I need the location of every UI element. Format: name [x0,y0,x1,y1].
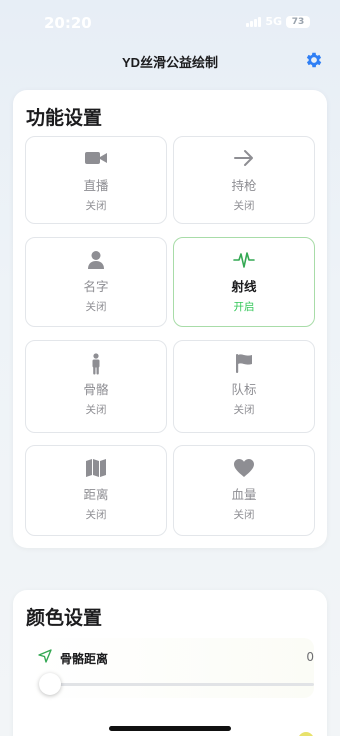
person-icon [88,251,104,269]
heart-icon [234,459,254,477]
tile-ray[interactable]: 射线 开启 [173,237,315,327]
slider-track[interactable] [50,683,314,686]
color-settings-card: 颜色设置 骨骼距离 0 [13,590,327,736]
tile-health[interactable]: 血量 关闭 [173,445,315,536]
tile-status: 开启 [233,301,255,313]
color-settings-title: 颜色设置 [26,607,103,629]
function-settings-card: 功能设置 直播 关闭 持枪 关闭 名字 关闭 射线 开启 骨骼 关闭 队标 关闭… [13,90,327,548]
tile-live[interactable]: 直播 关闭 [25,136,167,224]
tile-name[interactable]: 名字 关闭 [25,237,167,327]
standing-person-icon [92,353,100,375]
tile-status: 关闭 [233,404,255,416]
app-header: YD丝滑公益绘制 [0,44,340,76]
tile-status: 关闭 [85,509,107,521]
tile-status: 关闭 [85,301,107,313]
tile-label: 骨骼 [83,382,109,397]
function-settings-title: 功能设置 [26,107,103,129]
tile-label: 队标 [231,382,257,397]
navigation-arrow-icon [38,649,52,663]
tile-label: 距离 [83,487,109,502]
video-camera-icon [85,152,107,164]
tile-label: 血量 [231,487,257,502]
home-indicator [109,726,231,731]
arrow-right-icon [234,150,253,166]
tile-label: 直播 [83,178,109,193]
status-bar: 20:20 5G 73 [0,0,340,44]
tile-skeleton[interactable]: 骨骼 关闭 [25,340,167,433]
slider-label: 骨骼距离 [60,652,109,666]
tile-label: 射线 [231,279,257,294]
settings-button[interactable] [304,50,324,70]
pulse-icon [233,252,255,268]
battery-level: 73 [291,16,305,27]
map-icon [86,459,106,477]
tile-hold-gun[interactable]: 持枪 关闭 [173,136,315,224]
slider-value: 0 [306,650,314,664]
tile-team-mark[interactable]: 队标 关闭 [173,340,315,433]
tile-label: 持枪 [231,178,257,193]
status-indicators: 5G 73 [246,15,310,28]
flag-icon [236,354,252,373]
skeleton-distance-slider-row: 骨骼距离 0 [26,638,314,698]
tile-status: 关闭 [85,200,107,212]
tile-status: 关闭 [233,509,255,521]
app-title: YD丝滑公益绘制 [121,55,219,70]
tile-status: 关闭 [233,200,255,212]
signal-icon [246,16,262,27]
battery-icon: 73 [286,15,310,28]
gear-icon [306,52,322,68]
tile-status: 关闭 [85,404,107,416]
status-time: 20:20 [44,14,92,32]
network-type: 5G [265,15,282,28]
tile-distance[interactable]: 距离 关闭 [25,445,167,536]
tile-label: 名字 [83,279,109,294]
slider-thumb[interactable] [39,673,61,695]
